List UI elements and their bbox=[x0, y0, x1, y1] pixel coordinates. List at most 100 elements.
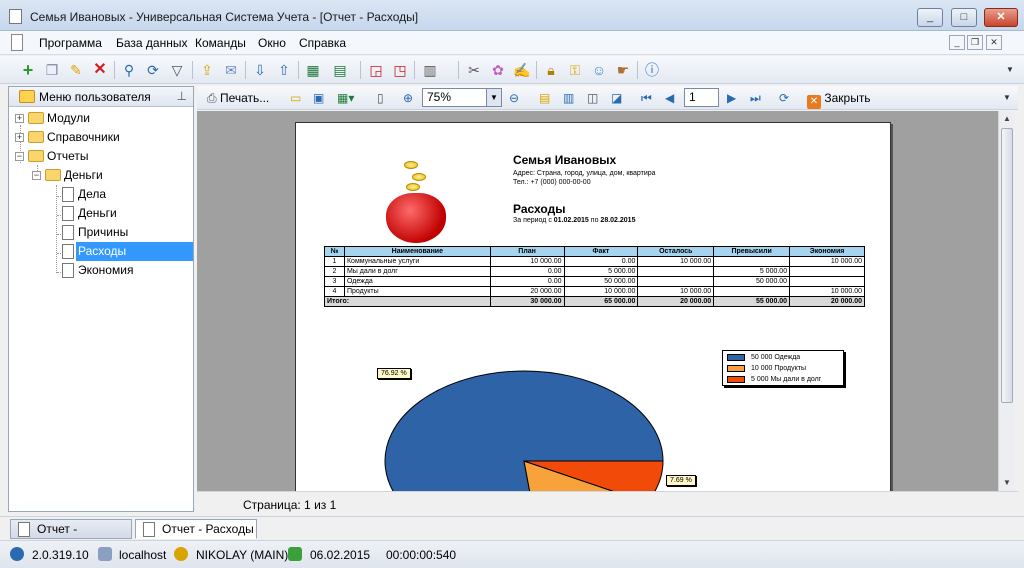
report-vertical-scrollbar[interactable]: ▲ ▼ bbox=[998, 111, 1014, 491]
close-button[interactable]: ✕ bbox=[984, 8, 1018, 27]
tab-report-savings[interactable]: Отчет - Экономия bbox=[10, 519, 132, 554]
tree-item-affairs[interactable]: Дела bbox=[9, 185, 193, 204]
tree-item-reports[interactable]: − Отчеты bbox=[9, 147, 193, 166]
coin-icon bbox=[404, 161, 418, 169]
open-folder-icon[interactable]: ▭ bbox=[290, 89, 301, 107]
scrollbar-thumb[interactable] bbox=[1001, 128, 1013, 403]
note-icon[interactable]: ✍ bbox=[512, 60, 532, 80]
comment-icon[interactable]: ✉ bbox=[221, 60, 241, 80]
key-icon[interactable]: ⚿ bbox=[565, 60, 585, 80]
page-number-input[interactable]: 1 bbox=[684, 88, 719, 107]
report-address: Адрес: Страна, город, улица, дом, кварти… bbox=[513, 170, 656, 186]
menu-help[interactable]: Справка bbox=[299, 36, 346, 50]
edit-page-icon[interactable]: ◪ bbox=[611, 89, 622, 107]
document-icon bbox=[62, 187, 74, 202]
info-icon[interactable]: ⓘ bbox=[642, 60, 662, 80]
print-button[interactable]: ⎙ Печать... bbox=[207, 89, 269, 107]
mdi-minimize-button[interactable]: _ bbox=[949, 35, 965, 50]
two-pages-icon[interactable]: ▥ bbox=[563, 89, 574, 107]
status-date: 06.02.2015 bbox=[310, 548, 371, 562]
tree-item-expenses[interactable]: Расходы bbox=[9, 242, 193, 261]
tree-item-money[interactable]: Деньги bbox=[9, 204, 193, 223]
search-icon[interactable]: ⚲ bbox=[119, 60, 139, 80]
tree-item-savings[interactable]: Экономия bbox=[9, 261, 193, 280]
menu-window[interactable]: Окно bbox=[258, 36, 286, 50]
window-icon[interactable]: ◳ bbox=[390, 60, 410, 80]
first-page-icon[interactable]: ⏮ bbox=[641, 89, 652, 107]
coin-icon bbox=[412, 173, 426, 181]
add-icon[interactable]: + bbox=[18, 60, 38, 80]
close-report-button[interactable]: ✕ Закрыть bbox=[807, 89, 871, 109]
wallet-logo-icon bbox=[386, 193, 446, 243]
chevron-down-icon[interactable]: ▼ bbox=[486, 89, 501, 106]
excel-export-icon[interactable]: ▤ bbox=[330, 60, 350, 80]
page-setup-icon[interactable]: ◫ bbox=[587, 89, 598, 107]
page-preview-icon[interactable]: ▯ bbox=[377, 89, 384, 107]
open-folder-icon bbox=[45, 169, 61, 181]
chart-legend: 50 000 Одежда 10 000 Продукты 5 000 Мы д… bbox=[722, 350, 844, 386]
app-icon bbox=[9, 9, 22, 24]
mdi-restore-button[interactable]: ❐ bbox=[967, 35, 983, 50]
expand-icon[interactable]: + bbox=[15, 133, 24, 142]
edit-icon[interactable]: ✎ bbox=[66, 60, 86, 80]
tab-report-expenses[interactable]: Отчет - Расходы bbox=[135, 519, 257, 539]
page-status-line: Страница: 1 из 1 bbox=[197, 491, 1018, 516]
mdi-close-button[interactable]: ✕ bbox=[986, 35, 1002, 50]
zoom-select[interactable]: 75% ▼ bbox=[422, 88, 502, 107]
collapse-icon[interactable]: − bbox=[15, 152, 24, 161]
settings-icon[interactable]: ✂ bbox=[464, 60, 484, 80]
hand-icon[interactable]: ☛ bbox=[613, 60, 633, 80]
filter-icon[interactable]: ▽ bbox=[167, 60, 187, 80]
delete-icon[interactable]: ✕ bbox=[90, 60, 110, 80]
table-row: 1 Коммунальные услуги 10 000.00 0.00 10 … bbox=[324, 256, 865, 267]
legend-swatch-0 bbox=[727, 354, 745, 361]
tree-item-money-folder[interactable]: − Деньги bbox=[9, 166, 193, 185]
tree-item-modules[interactable]: + Модули bbox=[9, 109, 193, 128]
menu-database[interactable]: База данных bbox=[116, 36, 187, 50]
excel-export-icon[interactable]: ▦▾ bbox=[337, 89, 354, 107]
refresh-icon[interactable]: ⟳ bbox=[779, 89, 789, 107]
users-icon[interactable]: ☺ bbox=[589, 60, 609, 80]
title-bar: Семья Ивановых - Универсальная Система У… bbox=[0, 0, 1024, 31]
toolbar-overflow-icon[interactable]: ▼ bbox=[1003, 89, 1011, 107]
zoom-out-icon[interactable]: ⊖ bbox=[509, 89, 519, 107]
zoom-in-icon[interactable]: ⊕ bbox=[403, 89, 413, 107]
user-icon bbox=[174, 547, 188, 561]
tools-icon[interactable]: ▥ bbox=[420, 60, 440, 80]
one-page-icon[interactable]: ▤ bbox=[539, 89, 550, 107]
document-icon bbox=[11, 34, 23, 51]
menu-commands[interactable]: Команды bbox=[195, 36, 246, 50]
tree-item-reasons[interactable]: Причины bbox=[9, 223, 193, 242]
pin-icon[interactable]: ⊥ bbox=[177, 89, 187, 103]
tree-item-references[interactable]: + Справочники bbox=[9, 128, 193, 147]
main-toolbar: + ❐ ✎ ✕ ⚲ ⟳ ▽ ⇪ ✉ ⇩ ⇧ ▦ ▤ ◲ ◳ ▥ ✂ ✿ ✍ 🔒︎… bbox=[0, 56, 1024, 84]
table-header-row: № Наименование План Факт Осталось Превыс… bbox=[324, 246, 865, 257]
toolbar-overflow-icon[interactable]: ▼ bbox=[1000, 60, 1020, 80]
status-version: 2.0.319.10 bbox=[32, 548, 89, 562]
copy-icon[interactable]: ❐ bbox=[42, 60, 62, 80]
expand-icon[interactable]: + bbox=[15, 114, 24, 123]
scroll-up-icon[interactable]: ▲ bbox=[999, 111, 1015, 127]
last-page-icon[interactable]: ⏭ bbox=[750, 89, 761, 107]
palette-icon[interactable]: ✿ bbox=[488, 60, 508, 80]
calendar-icon bbox=[288, 547, 302, 561]
menu-bar: Программа База данных Команды Окно Справ… bbox=[0, 31, 1024, 55]
next-page-icon[interactable]: ▶ bbox=[727, 89, 736, 107]
refresh-icon[interactable]: ⟳ bbox=[143, 60, 163, 80]
report-preview-area[interactable]: Семья Ивановых Адрес: Страна, город, ули… bbox=[197, 111, 998, 491]
scroll-down-icon[interactable]: ▼ bbox=[999, 475, 1015, 491]
menu-program[interactable]: Программа bbox=[39, 36, 102, 50]
import-icon[interactable]: ⇩ bbox=[250, 60, 270, 80]
lock-icon[interactable]: 🔒︎ bbox=[541, 60, 561, 80]
prev-page-icon[interactable]: ◀ bbox=[665, 89, 674, 107]
pie-label-debt: 7.69 % bbox=[666, 475, 696, 486]
save-icon[interactable]: ▣ bbox=[313, 89, 324, 107]
maximize-button[interactable]: □ bbox=[951, 8, 977, 27]
minimize-button[interactable]: _ bbox=[917, 8, 943, 27]
upload-icon[interactable]: ⇧ bbox=[274, 60, 294, 80]
report-toolbar: ⎙ Печать... ▭ ▣ ▦▾ ▯ ⊕ 75% ▼ ⊖ ▤ ▥ ◫ ◪ ⏮… bbox=[197, 86, 1018, 110]
collapse-icon[interactable]: − bbox=[32, 171, 41, 180]
excel-icon[interactable]: ▦ bbox=[303, 60, 323, 80]
export-icon[interactable]: ⇪ bbox=[197, 60, 217, 80]
new-window-icon[interactable]: ◲ bbox=[366, 60, 386, 80]
